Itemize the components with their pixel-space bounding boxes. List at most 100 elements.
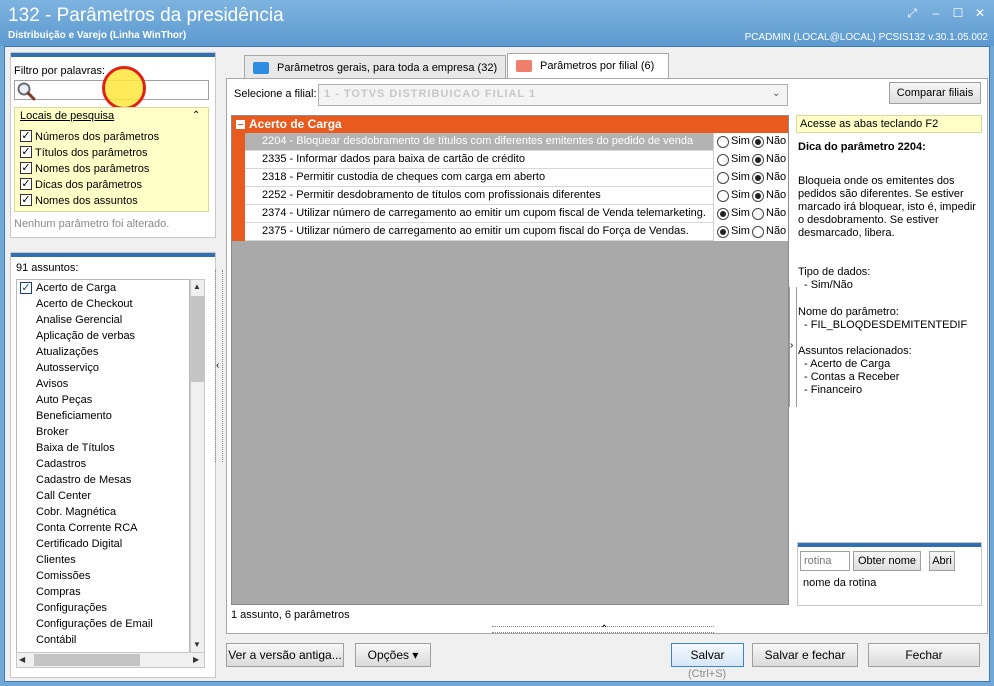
subject-item[interactable]: Autosserviço — [17, 360, 189, 376]
radio-yes[interactable] — [717, 190, 729, 202]
radio-no[interactable] — [752, 208, 764, 220]
radio-yes[interactable] — [717, 226, 729, 238]
subject-item[interactable]: Comissões — [17, 568, 189, 584]
checkbox-icon[interactable]: ✓ — [20, 282, 32, 294]
tab-company-params[interactable]: Parâmetros gerais, para toda a empresa (… — [244, 55, 506, 79]
routine-name-label: nome da rotina — [803, 577, 877, 589]
minimize-icon[interactable]: – — [928, 6, 944, 20]
subject-item[interactable]: Call Center — [17, 488, 189, 504]
related-item[interactable]: - Contas a Receber — [804, 371, 899, 383]
chevron-up-icon[interactable]: ⌃ — [600, 624, 608, 635]
old-version-button[interactable]: Ver a versão antiga... — [226, 643, 344, 667]
param-row[interactable]: 2374 - Utilizar número de carregamento a… — [245, 205, 788, 223]
checkbox-icon[interactable]: ✓ — [20, 162, 32, 175]
save-close-button[interactable]: Salvar e fechar — [752, 643, 858, 667]
radio-no[interactable] — [752, 226, 764, 238]
radio-yes[interactable] — [717, 154, 729, 166]
subject-item[interactable]: Analise Gerencial — [17, 312, 189, 328]
subject-item[interactable]: Beneficiamento — [17, 408, 189, 424]
subject-item[interactable]: Configurações de Email — [17, 616, 189, 632]
subject-item[interactable]: Aplicação de verbas — [17, 328, 189, 344]
radio-no-label: Não — [766, 225, 787, 237]
subjects-list[interactable]: ✓ Acerto de Carga Acerto de Checkout Analis… — [16, 279, 190, 653]
subject-item[interactable]: Cadastros — [17, 456, 189, 472]
subject-item[interactable]: Broker — [17, 424, 189, 440]
subject-label: Autosserviço — [36, 362, 99, 374]
chevron-left-icon[interactable]: ‹ — [216, 360, 219, 371]
branch-label: Selecione a filial: — [234, 88, 317, 100]
routine-input[interactable] — [800, 551, 850, 571]
options-button[interactable]: Opções ▾ — [355, 643, 431, 667]
checkbox-icon[interactable]: ✓ — [20, 146, 32, 159]
search-icon — [17, 82, 36, 101]
subject-label: Comissões — [36, 570, 91, 582]
option-label: Dicas dos parâmetros — [35, 179, 142, 191]
tab-label: Parâmetros por filial (6) — [540, 60, 655, 72]
resize-icon[interactable]: ⤢ — [904, 6, 920, 20]
param-row[interactable]: 2204 - Bloquear desdobramento de títulos… — [245, 133, 788, 151]
chevron-right-icon[interactable]: › — [790, 340, 793, 351]
subject-item[interactable]: Certificado Digital — [17, 536, 189, 552]
param-label: 2252 - Permitir desdobramento de títulos… — [262, 189, 601, 201]
param-row[interactable]: 2335 - Informar dados para baixa de cart… — [245, 151, 788, 169]
subject-item[interactable]: Cobr. Magnética — [17, 504, 189, 520]
related-item[interactable]: - Financeiro — [804, 384, 862, 396]
radio-yes[interactable] — [717, 172, 729, 184]
subject-item[interactable]: Auto Peças — [17, 392, 189, 408]
search-location-option[interactable]: ✓ Títulos dos parâmetros — [20, 146, 148, 162]
close-icon[interactable]: ✕ — [972, 6, 988, 20]
radio-no[interactable] — [752, 154, 764, 166]
search-locations-title[interactable]: Locais de pesquisa — [20, 110, 114, 122]
param-row[interactable]: 2318 - Permitir custodia de cheques com … — [245, 169, 788, 187]
group-header[interactable]: Acerto de Carga — [232, 116, 788, 133]
checkbox-icon[interactable]: ✓ — [20, 194, 32, 207]
search-location-option[interactable]: ✓ Nomes dos parâmetros — [20, 162, 149, 178]
param-label: 2335 - Informar dados para baixa de cart… — [262, 153, 525, 165]
collapse-group-icon[interactable] — [236, 120, 245, 129]
chevron-down-icon[interactable]: ⌄ — [772, 88, 780, 99]
search-location-option[interactable]: ✓ Nomes dos assuntos — [20, 194, 138, 210]
param-options: Sim Não — [713, 187, 788, 205]
radio-no[interactable] — [752, 172, 764, 184]
subject-item[interactable]: Avisos — [17, 376, 189, 392]
option-label: Nomes dos assuntos — [35, 195, 138, 207]
save-button[interactable]: Salvar — [671, 643, 744, 667]
scroll-down-icon[interactable]: ▼ — [193, 640, 201, 649]
subject-item[interactable]: Clientes — [17, 552, 189, 568]
radio-no[interactable] — [752, 190, 764, 202]
subject-item[interactable]: Acerto de Checkout — [17, 296, 189, 312]
checkbox-icon[interactable]: ✓ — [20, 178, 32, 191]
subjects-hscroll-thumb[interactable] — [34, 654, 140, 666]
collapse-icon[interactable]: ⌃ — [192, 110, 200, 121]
scroll-left-icon[interactable]: ◀ — [19, 655, 25, 664]
open-button[interactable]: Abri — [929, 551, 955, 571]
close-button[interactable]: Fechar — [868, 643, 980, 667]
param-row[interactable]: 2375 - Utilizar número de carregamento a… — [245, 223, 788, 241]
related-item[interactable]: - Acerto de Carga — [804, 358, 890, 370]
search-location-option[interactable]: ✓ Dicas dos parâmetros — [20, 178, 142, 194]
tab-branch-params[interactable]: Parâmetros por filial (6) — [507, 53, 669, 79]
radio-yes[interactable] — [717, 136, 729, 148]
checkbox-icon[interactable]: ✓ — [20, 130, 32, 143]
maximize-icon[interactable]: ☐ — [950, 6, 966, 20]
subjects-scroll-thumb[interactable] — [191, 296, 204, 382]
scroll-up-icon[interactable]: ▲ — [193, 282, 201, 291]
subject-item[interactable]: Configurações — [17, 600, 189, 616]
subject-label: Contábil — [36, 634, 77, 646]
subject-item[interactable]: Baixa de Títulos — [17, 440, 189, 456]
search-location-option[interactable]: ✓ Números dos parâmetros — [20, 130, 159, 146]
param-row[interactable]: 2252 - Permitir desdobramento de títulos… — [245, 187, 788, 205]
radio-no-label: Não — [766, 135, 787, 147]
scroll-right-icon[interactable]: ▶ — [193, 655, 199, 664]
subject-item[interactable]: ✓ Acerto de Carga — [17, 280, 189, 296]
subject-item[interactable]: Compras — [17, 584, 189, 600]
get-name-button[interactable]: Obter nome — [853, 551, 921, 571]
radio-yes[interactable] — [717, 208, 729, 220]
subject-item[interactable]: Cadastro de Mesas — [17, 472, 189, 488]
radio-no[interactable] — [752, 136, 764, 148]
subject-item[interactable]: Conta Corrente RCA — [17, 520, 189, 536]
compare-branches-button[interactable]: Comparar filiais — [889, 82, 981, 104]
subject-item[interactable]: Contábil — [17, 632, 189, 648]
subject-item[interactable]: Atualizações — [17, 344, 189, 360]
radio-yes-label: Sim — [731, 207, 750, 219]
